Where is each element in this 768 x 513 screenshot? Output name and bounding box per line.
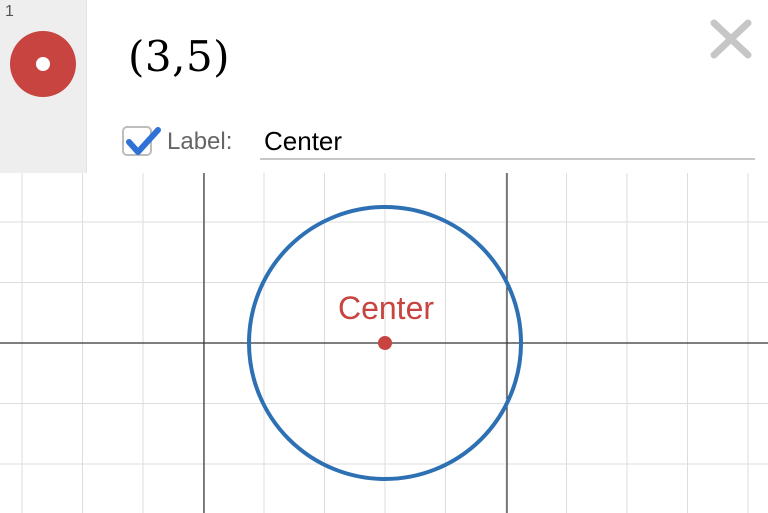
center-point[interactable]	[378, 336, 392, 350]
expression-math[interactable]: (3,5)	[128, 36, 230, 78]
label-caption: Label:	[167, 128, 233, 155]
expression-index: 1	[5, 3, 14, 20]
expression-item[interactable]: 1 (3,5) Label:	[0, 0, 768, 173]
close-icon	[710, 19, 752, 59]
delete-expression-button[interactable]	[708, 18, 754, 60]
point-style-icon[interactable]	[10, 31, 76, 97]
check-icon	[126, 127, 161, 155]
swatch-dot	[36, 57, 50, 71]
expression-gutter: 1	[0, 0, 87, 173]
label-text-input[interactable]	[260, 124, 755, 160]
label-checkbox[interactable]	[122, 126, 161, 156]
center-point-label: Center	[338, 290, 434, 326]
